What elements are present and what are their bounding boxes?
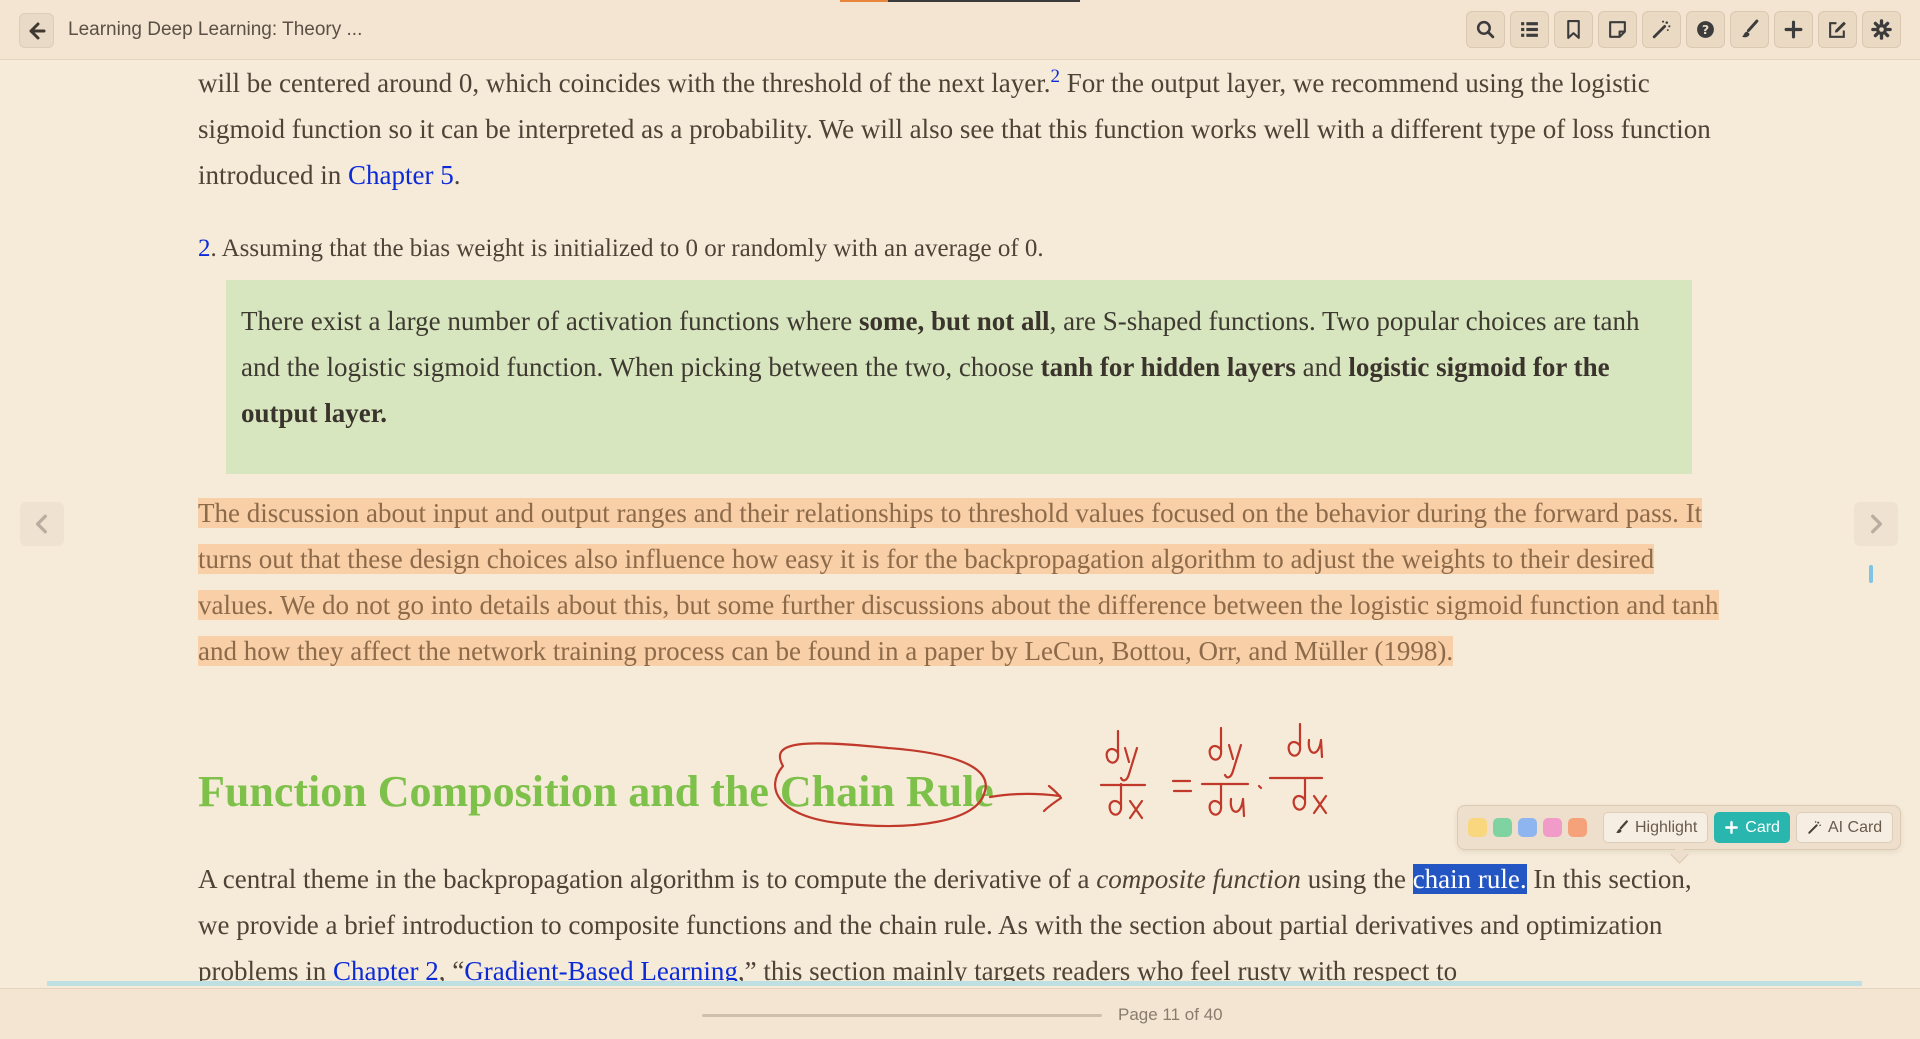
plus-icon: [1784, 20, 1803, 39]
next-page-button[interactable]: [1854, 502, 1898, 546]
selection-popup: Highlight Card AI Card: [1457, 805, 1901, 850]
color-swatch-blue[interactable]: [1518, 818, 1537, 837]
search-button[interactable]: [1466, 11, 1505, 48]
previous-page-button[interactable]: [20, 502, 64, 546]
list-icon: [1521, 22, 1538, 37]
arrow-left-icon: [29, 22, 45, 39]
chevron-right-icon: [1871, 514, 1883, 534]
callout-box: There exist a large number of activation…: [226, 280, 1692, 474]
bookmark-icon: [1567, 20, 1580, 39]
reading-progress-bar: [47, 981, 1862, 986]
chapter-5-link[interactable]: Chapter 5: [348, 160, 454, 190]
document-title: Learning Deep Learning: Theory ...: [68, 19, 363, 40]
paragraph: will be centered around 0, which coincid…: [198, 66, 1711, 190]
add-card-button[interactable]: Card: [1714, 812, 1790, 843]
page-slider[interactable]: [702, 1014, 1102, 1017]
highlight-button[interactable]: Highlight: [1603, 812, 1709, 843]
search-icon: [1476, 20, 1495, 39]
ai-card-label: AI Card: [1827, 818, 1883, 836]
ai-card-button[interactable]: AI Card: [1795, 812, 1894, 843]
bookmark-button[interactable]: [1554, 11, 1593, 48]
loading-indicator: [840, 0, 1080, 2]
chevron-left-icon: [35, 514, 47, 534]
notes-button[interactable]: [1598, 11, 1637, 48]
ink-equals: [1171, 779, 1193, 793]
ink-dy-2: [1208, 726, 1243, 779]
table-of-contents-button[interactable]: [1510, 11, 1549, 48]
card-label: Card: [1745, 818, 1780, 836]
settings-button[interactable]: [1862, 11, 1901, 48]
color-swatch-orange[interactable]: [1568, 818, 1587, 837]
brush-icon: [1616, 820, 1628, 834]
ink-dx-1: [1108, 782, 1144, 820]
toolbar: ?: [1466, 11, 1901, 49]
magic-wand-icon: [1652, 20, 1671, 39]
gear-icon: [1871, 19, 1892, 40]
question-icon: ?: [1697, 21, 1714, 38]
plus-icon: [1725, 821, 1739, 834]
ink-dx-2: [1292, 777, 1328, 815]
color-swatch-yellow[interactable]: [1468, 818, 1487, 837]
footnote-ref-2[interactable]: 2: [1051, 66, 1061, 87]
edit-button[interactable]: [1818, 11, 1857, 48]
section-heading: Function Composition and the Chain Rule: [198, 767, 994, 816]
add-button[interactable]: [1774, 11, 1813, 48]
back-button[interactable]: [19, 13, 54, 48]
page-indicator: Page 11 of 40: [1118, 1005, 1223, 1024]
color-swatch-pink[interactable]: [1543, 818, 1562, 837]
svg-text:?: ?: [1702, 22, 1709, 37]
color-swatch-green[interactable]: [1493, 818, 1512, 837]
draw-button[interactable]: [1730, 11, 1769, 48]
brush-icon: [1742, 19, 1759, 38]
help-button[interactable]: ?: [1686, 11, 1725, 48]
ink-dot: [1257, 784, 1263, 790]
ink-du-2: [1287, 722, 1324, 759]
ink-dy-1: [1105, 729, 1139, 782]
ink-du-1: [1208, 782, 1246, 818]
ink-arrow: [988, 784, 1063, 813]
highlighted-paragraph[interactable]: The discussion about input and output ra…: [198, 490, 1728, 674]
note-icon: [1609, 21, 1626, 38]
edit-icon: [1829, 21, 1846, 38]
scrollbar-thumb[interactable]: [1869, 565, 1873, 583]
highlight-span[interactable]: The discussion about input and output ra…: [198, 498, 1719, 666]
selected-text[interactable]: chain rule.: [1412, 864, 1527, 894]
magic-wand-icon: [1808, 821, 1821, 834]
highlight-label: Highlight: [1635, 818, 1698, 836]
footnote-number-2[interactable]: 2: [198, 235, 211, 262]
paragraph: A central theme in the backpropagation a…: [198, 864, 1692, 985]
ai-button[interactable]: [1642, 11, 1681, 48]
footnote: 2. Assuming that the bias weight is init…: [198, 235, 1044, 262]
top-bar: Learning Deep Learning: Theory ... ?: [0, 0, 1920, 60]
